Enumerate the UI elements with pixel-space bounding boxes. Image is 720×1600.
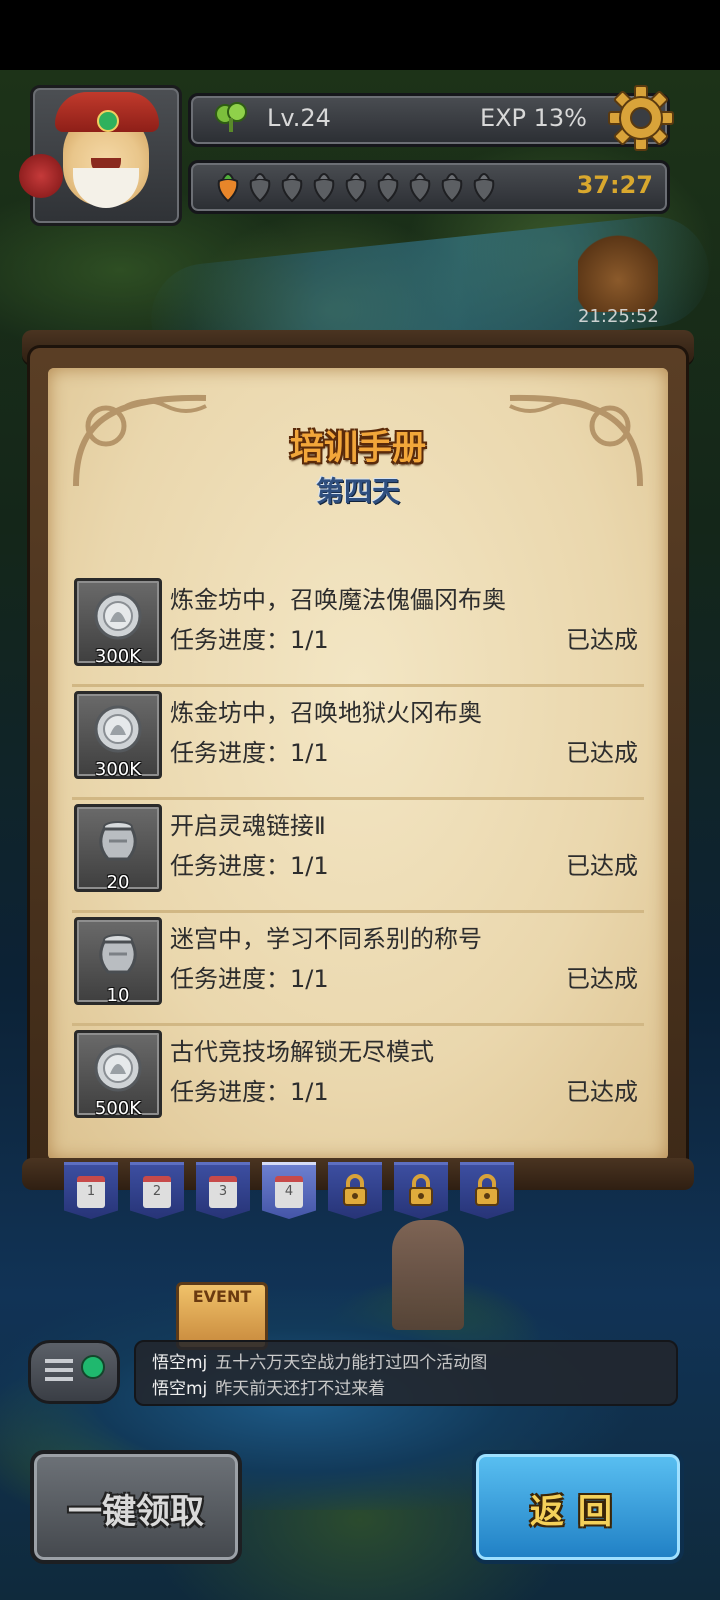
avatar-beard [73, 168, 139, 208]
task-name: 炼金坊中，召唤地狱火冈布奥 [170, 699, 482, 727]
chat-message: 悟空mj 昨天前天还打不过来着 [152, 1374, 385, 1399]
task-row: 10 迷宫中，学习不同系别的称号 任务进度：1/1 已达成 [72, 913, 644, 1026]
calendar-icon: 3 [209, 1176, 237, 1208]
task-status: 已达成 [566, 1078, 638, 1106]
task-name: 迷宫中，学习不同系别的称号 [170, 925, 482, 953]
task-name: 古代竞技场解锁无尽模式 [170, 1038, 434, 1066]
exp-text: EXP 13% [479, 104, 587, 132]
panel-title: 培训手册 [290, 428, 426, 468]
flower-icon [19, 154, 63, 198]
chat-text: 昨天前天还打不过来着 [215, 1379, 386, 1399]
menu-lines-icon [45, 1359, 73, 1381]
treasure-chest-icon[interactable] [578, 232, 658, 312]
player-avatar[interactable] [19, 85, 182, 226]
carrot-empty-icon [249, 173, 271, 203]
chat-text: 五十六万天空战力能打过四个活动图 [215, 1353, 488, 1373]
chat-user: 悟空mj [152, 1353, 208, 1373]
reward-quantity: 300K [94, 646, 142, 667]
task-name: 开启灵魂链接Ⅱ [170, 812, 326, 840]
task-list: 300K 炼金坊中，召唤魔法傀儡冈布奥 任务进度：1/1 已达成 300K 炼金… [72, 574, 644, 1136]
level-bar: Lv.24 EXP 13% [188, 85, 674, 151]
training-manual-panel: 培训手册 第四天 300K 炼金坊中，召唤魔法傀儡冈布奥 任务进度：1/1 已达… [48, 368, 668, 1160]
claim-all-label: 一键领取 [68, 1492, 204, 1532]
chat-message: 悟空mj 五十六万天空战力能打过四个活动图 [152, 1348, 487, 1373]
hat-gem-icon [97, 110, 119, 132]
task-row: 20 开启灵魂链接Ⅱ 任务进度：1/1 已达成 [72, 800, 644, 913]
lighthouse-tower[interactable] [392, 1220, 464, 1330]
chat-user: 悟空mj [152, 1379, 208, 1399]
calendar-icon: 4 [275, 1176, 303, 1208]
silver-coin-icon [94, 1044, 142, 1092]
chat-preview[interactable]: 悟空mj 五十六万天空战力能打过四个活动图 悟空mj 昨天前天还打不过来着 [134, 1340, 678, 1406]
carrot-empty-icon [473, 173, 495, 203]
carrot-full-icon [217, 173, 239, 203]
stamina-timer: 37:27 [576, 171, 653, 199]
carrot-empty-icon [345, 173, 367, 203]
day-tab-locked[interactable] [394, 1162, 448, 1219]
day-tab[interactable]: 2 [130, 1162, 184, 1219]
task-progress: 任务进度：1/1 [170, 852, 329, 880]
carrot-empty-icon [377, 173, 399, 203]
sprout-icon [215, 102, 247, 132]
day-tab[interactable]: 4 [262, 1162, 316, 1219]
reward-quantity: 300K [94, 759, 142, 780]
silver-coin-icon [94, 705, 142, 753]
reward-quantity: 10 [106, 985, 130, 1006]
chat-button[interactable] [28, 1340, 120, 1404]
day-tab[interactable]: 3 [196, 1162, 250, 1219]
stamina-bar: 37:27 [188, 160, 670, 214]
carrot-empty-icon [409, 173, 431, 203]
task-status: 已达成 [566, 852, 638, 880]
reward-slot[interactable]: 300K [74, 691, 162, 780]
lock-icon [409, 1174, 433, 1206]
stamina-carrots [213, 169, 499, 203]
reward-slot[interactable]: 500K [74, 1030, 162, 1119]
day-tab-locked[interactable] [328, 1162, 382, 1219]
carrot-empty-icon [313, 173, 335, 203]
carrot-empty-icon [441, 173, 463, 203]
task-name: 炼金坊中，召唤魔法傀儡冈布奥 [170, 586, 506, 614]
task-row: 300K 炼金坊中，召唤地狱火冈布奥 任务进度：1/1 已达成 [72, 687, 644, 800]
reward-slot[interactable]: 10 [74, 917, 162, 1006]
day-tab-locked[interactable] [460, 1162, 514, 1219]
lock-icon [343, 1174, 367, 1206]
calendar-icon: 1 [77, 1176, 105, 1208]
panel-subtitle: 第四天 [315, 475, 400, 508]
chat-status-icon [81, 1355, 105, 1379]
task-progress: 任务进度：1/1 [170, 626, 329, 654]
level-text: Lv.24 [267, 104, 331, 132]
task-progress: 任务进度：1/1 [170, 1078, 329, 1106]
task-row: 500K 古代竞技场解锁无尽模式 任务进度：1/1 已达成 [72, 1026, 644, 1136]
task-status: 已达成 [566, 739, 638, 767]
task-status: 已达成 [566, 626, 638, 654]
reward-quantity: 500K [94, 1098, 142, 1119]
task-row: 300K 炼金坊中，召唤魔法傀儡冈布奥 任务进度：1/1 已达成 [72, 574, 644, 687]
task-progress: 任务进度：1/1 [170, 965, 329, 993]
claim-all-button[interactable]: 一键领取 [30, 1450, 242, 1564]
reward-slot[interactable]: 20 [74, 804, 162, 893]
gear-icon[interactable] [607, 84, 675, 152]
reward-quantity: 20 [106, 872, 130, 893]
day-tab[interactable]: 1 [64, 1162, 118, 1219]
event-sign-label: EVENT [192, 1287, 252, 1306]
calendar-icon: 2 [143, 1176, 171, 1208]
urn-icon [99, 821, 137, 861]
lock-icon [475, 1174, 499, 1206]
task-status: 已达成 [566, 965, 638, 993]
silver-coin-icon [94, 592, 142, 640]
back-label: 返回 [530, 1492, 626, 1532]
back-button[interactable]: 返回 [472, 1450, 684, 1564]
reward-slot[interactable]: 300K [74, 578, 162, 667]
urn-icon [99, 934, 137, 974]
carrot-empty-icon [281, 173, 303, 203]
map-clock: 21:25:52 [578, 306, 659, 327]
day-tabs: 1 2 3 4 [64, 1162, 514, 1219]
task-progress: 任务进度：1/1 [170, 739, 329, 767]
